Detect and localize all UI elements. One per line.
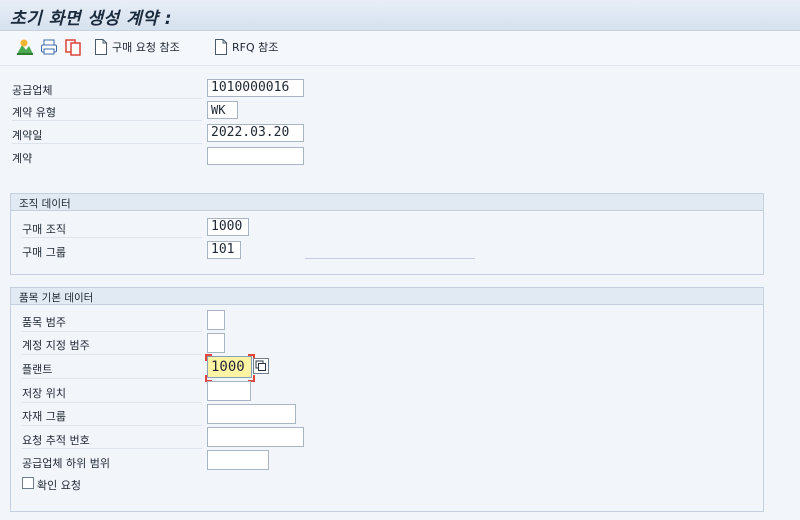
divider bbox=[22, 448, 202, 449]
title-bar: 초기 화면 생성 계약 : bbox=[0, 0, 800, 31]
tracking-number-label: 요청 추적 번호 bbox=[22, 434, 90, 447]
divider bbox=[12, 98, 202, 99]
org-icon bbox=[17, 39, 33, 55]
document-icon bbox=[215, 39, 227, 55]
copy-button[interactable] bbox=[64, 37, 82, 57]
divider bbox=[12, 120, 202, 121]
document-icon bbox=[95, 39, 107, 55]
print-button[interactable] bbox=[40, 37, 58, 57]
account-assignment-label: 계정 지정 범주 bbox=[22, 339, 90, 352]
storage-location-label: 저장 위치 bbox=[22, 387, 66, 400]
divider bbox=[22, 237, 202, 238]
vendor-label: 공급업체 bbox=[12, 84, 53, 97]
purchasing-group-label: 구매 그룹 bbox=[22, 246, 66, 259]
purchasing-org-label: 구매 조직 bbox=[22, 223, 66, 236]
item-category-field[interactable] bbox=[207, 310, 225, 330]
org-data-title: 조직 데이터 bbox=[19, 198, 71, 210]
purchase-request-ref-label: 구매 요청 참조 bbox=[112, 41, 180, 54]
contract-date-field[interactable]: 2022.03.20 bbox=[207, 124, 304, 142]
org-data-group: 조직 데이터 bbox=[10, 193, 764, 275]
org-button[interactable] bbox=[16, 37, 34, 57]
purchasing-group-field[interactable]: 101 bbox=[207, 241, 241, 259]
divider bbox=[22, 331, 202, 332]
vendor-subrange-field[interactable] bbox=[207, 450, 269, 470]
tracking-number-field[interactable] bbox=[207, 427, 304, 447]
confirm-request-label: 확인 요청 bbox=[37, 479, 81, 492]
item-data-title: 품목 기본 데이터 bbox=[19, 292, 94, 304]
print-icon bbox=[41, 39, 57, 55]
item-data-group: 품목 기본 데이터 bbox=[10, 287, 764, 512]
focus-marker bbox=[205, 354, 212, 361]
divider bbox=[22, 425, 202, 426]
org-data-header: 조직 데이터 bbox=[11, 194, 763, 211]
material-group-field[interactable] bbox=[207, 404, 296, 424]
item-data-header: 품목 기본 데이터 bbox=[11, 288, 763, 305]
rfq-ref-button[interactable]: RFQ 참조 bbox=[214, 37, 278, 57]
value-help-icon bbox=[255, 360, 266, 371]
search-help-button[interactable] bbox=[253, 358, 269, 374]
contract-type-label: 계약 유형 bbox=[12, 106, 56, 119]
divider bbox=[22, 402, 202, 403]
plant-field[interactable]: 1000 bbox=[207, 356, 252, 378]
divider bbox=[22, 354, 202, 355]
contract-field[interactable] bbox=[207, 147, 304, 165]
confirm-request-checkbox[interactable] bbox=[22, 477, 34, 489]
page-title: 초기 화면 생성 계약 : bbox=[10, 9, 173, 29]
divider bbox=[22, 378, 202, 379]
divider bbox=[12, 143, 202, 144]
vendor-subrange-label: 공급업체 하위 범위 bbox=[22, 457, 110, 470]
purchase-request-ref-button[interactable]: 구매 요청 참조 bbox=[94, 37, 180, 57]
material-group-label: 자재 그룹 bbox=[22, 410, 66, 423]
account-assignment-field[interactable] bbox=[207, 333, 225, 353]
copy-icon bbox=[65, 39, 81, 56]
plant-label: 플랜트 bbox=[22, 363, 53, 376]
storage-location-field[interactable] bbox=[207, 381, 251, 401]
item-category-label: 품목 범주 bbox=[22, 316, 66, 329]
contract-date-label: 계약일 bbox=[12, 129, 43, 142]
toolbar: 구매 요청 참조 RFQ 참조 bbox=[0, 31, 800, 66]
contract-label: 계약 bbox=[12, 152, 33, 165]
rfq-ref-label: RFQ 참조 bbox=[232, 41, 279, 54]
contract-type-field[interactable]: WK bbox=[207, 101, 238, 119]
purchasing-group-description bbox=[305, 258, 475, 259]
vendor-field[interactable]: 1010000016 bbox=[207, 79, 304, 97]
purchasing-org-field[interactable]: 1000 bbox=[207, 218, 249, 236]
